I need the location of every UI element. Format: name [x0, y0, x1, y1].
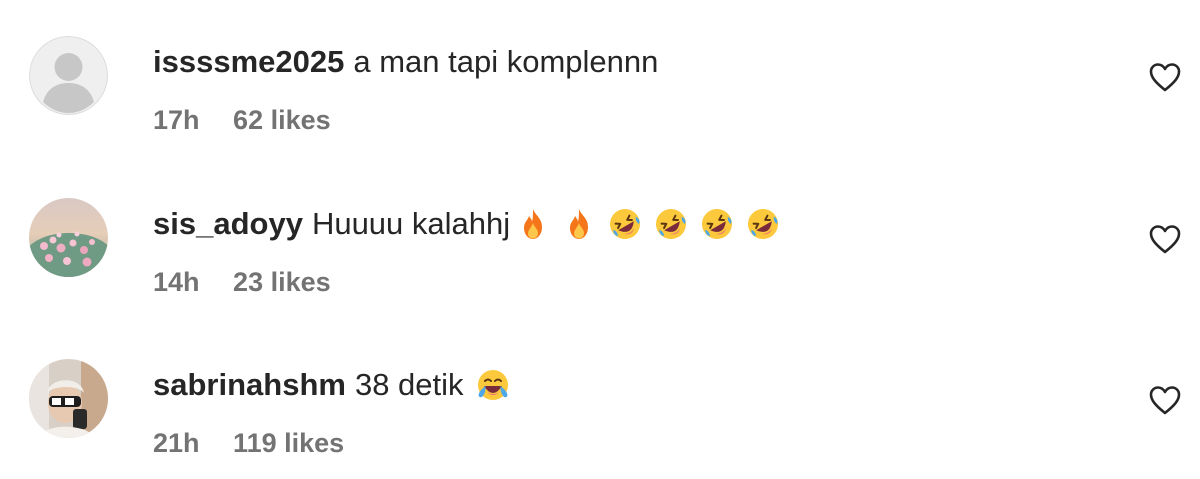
- comment-username[interactable]: sabrinahshm: [153, 365, 346, 405]
- avatar[interactable]: [29, 359, 108, 438]
- comment-text: 38 detik: [354, 367, 464, 402]
- comment-item: sis_adoyy Huuuu kalahhj 14h 23 likes: [0, 198, 1200, 318]
- like-heart-icon[interactable]: [1149, 385, 1181, 415]
- rolling-laughing-emoji: [608, 207, 642, 241]
- comment-username[interactable]: issssme2025: [153, 42, 344, 82]
- fire-emoji: [516, 207, 550, 241]
- person-photo-avatar-icon: [29, 359, 108, 438]
- default-avatar-icon: [29, 36, 108, 115]
- rolling-laughing-emoji: [746, 207, 780, 241]
- comment-time[interactable]: 14h: [153, 267, 200, 297]
- comment-line: sabrinahshm 38 detik: [153, 365, 510, 405]
- comment-text: Huuuu kalahhj: [311, 206, 511, 241]
- comment-line: sis_adoyy Huuuu kalahhj: [153, 204, 780, 244]
- tears-of-joy-emoji: [476, 368, 510, 402]
- comment-time[interactable]: 17h: [153, 105, 200, 135]
- comment-text: a man tapi komplennn: [353, 44, 659, 79]
- comment-username[interactable]: sis_adoyy: [153, 204, 303, 244]
- comment-item: sabrinahshm 38 detik 21h 119 likes: [0, 359, 1200, 479]
- like-heart-icon[interactable]: [1149, 224, 1181, 254]
- rolling-laughing-emoji: [700, 207, 734, 241]
- avatar[interactable]: [29, 36, 108, 115]
- comment-meta: 17h 62 likes: [153, 102, 331, 138]
- comment-meta: 14h 23 likes: [153, 264, 331, 300]
- comment-likes[interactable]: 119 likes: [233, 428, 344, 458]
- avatar[interactable]: [29, 198, 108, 277]
- fire-emoji: [562, 207, 596, 241]
- comment-time[interactable]: 21h: [153, 428, 200, 458]
- flowers-avatar-icon: [29, 198, 108, 277]
- comment-likes[interactable]: 62 likes: [233, 105, 331, 135]
- comment-item: issssme2025 a man tapi komplennn 17h 62 …: [0, 36, 1200, 156]
- rolling-laughing-emoji: [654, 207, 688, 241]
- comment-line: issssme2025 a man tapi komplennn: [153, 42, 658, 82]
- comment-meta: 21h 119 likes: [153, 425, 344, 461]
- like-heart-icon[interactable]: [1149, 62, 1181, 92]
- comment-likes[interactable]: 23 likes: [233, 267, 331, 297]
